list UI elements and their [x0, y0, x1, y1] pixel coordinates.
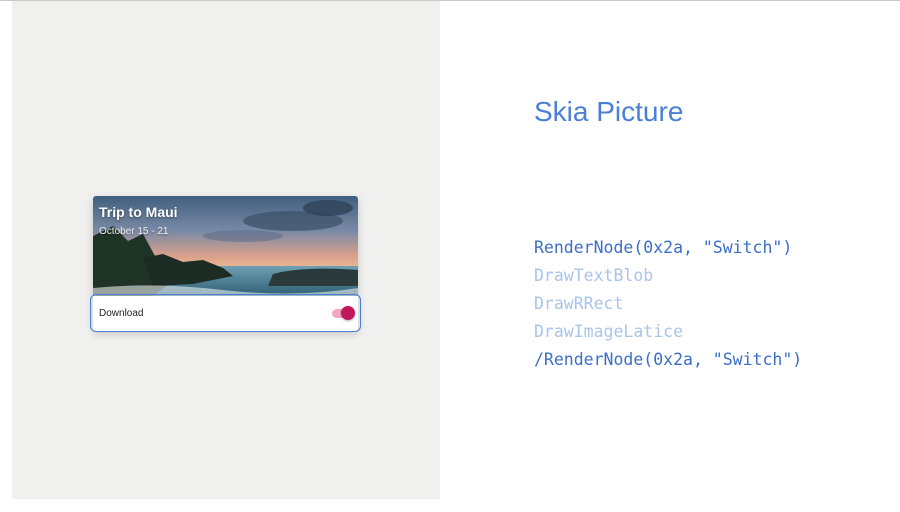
switch-thumb: [341, 306, 355, 320]
beach-sunset-image: Trip to Maui October 15 - 21: [93, 196, 358, 296]
card-title: Trip to Maui: [99, 204, 178, 220]
download-switch[interactable]: [332, 306, 356, 320]
code-line-draw-text-blob: DrawTextBlob: [534, 266, 654, 285]
card-date-range: October 15 - 21: [99, 226, 169, 237]
code-line-draw-image-latice: DrawImageLatice: [534, 322, 684, 341]
slide-heading: Skia Picture: [534, 96, 684, 127]
code-line-render-node-close: /RenderNode(0x2a, "Switch"): [534, 350, 803, 369]
download-row[interactable]: Download: [93, 296, 358, 330]
code-line-draw-rrect: DrawRRect: [534, 294, 624, 313]
code-line-render-node-open: RenderNode(0x2a, "Switch"): [534, 238, 793, 257]
download-label: Download: [99, 308, 144, 319]
